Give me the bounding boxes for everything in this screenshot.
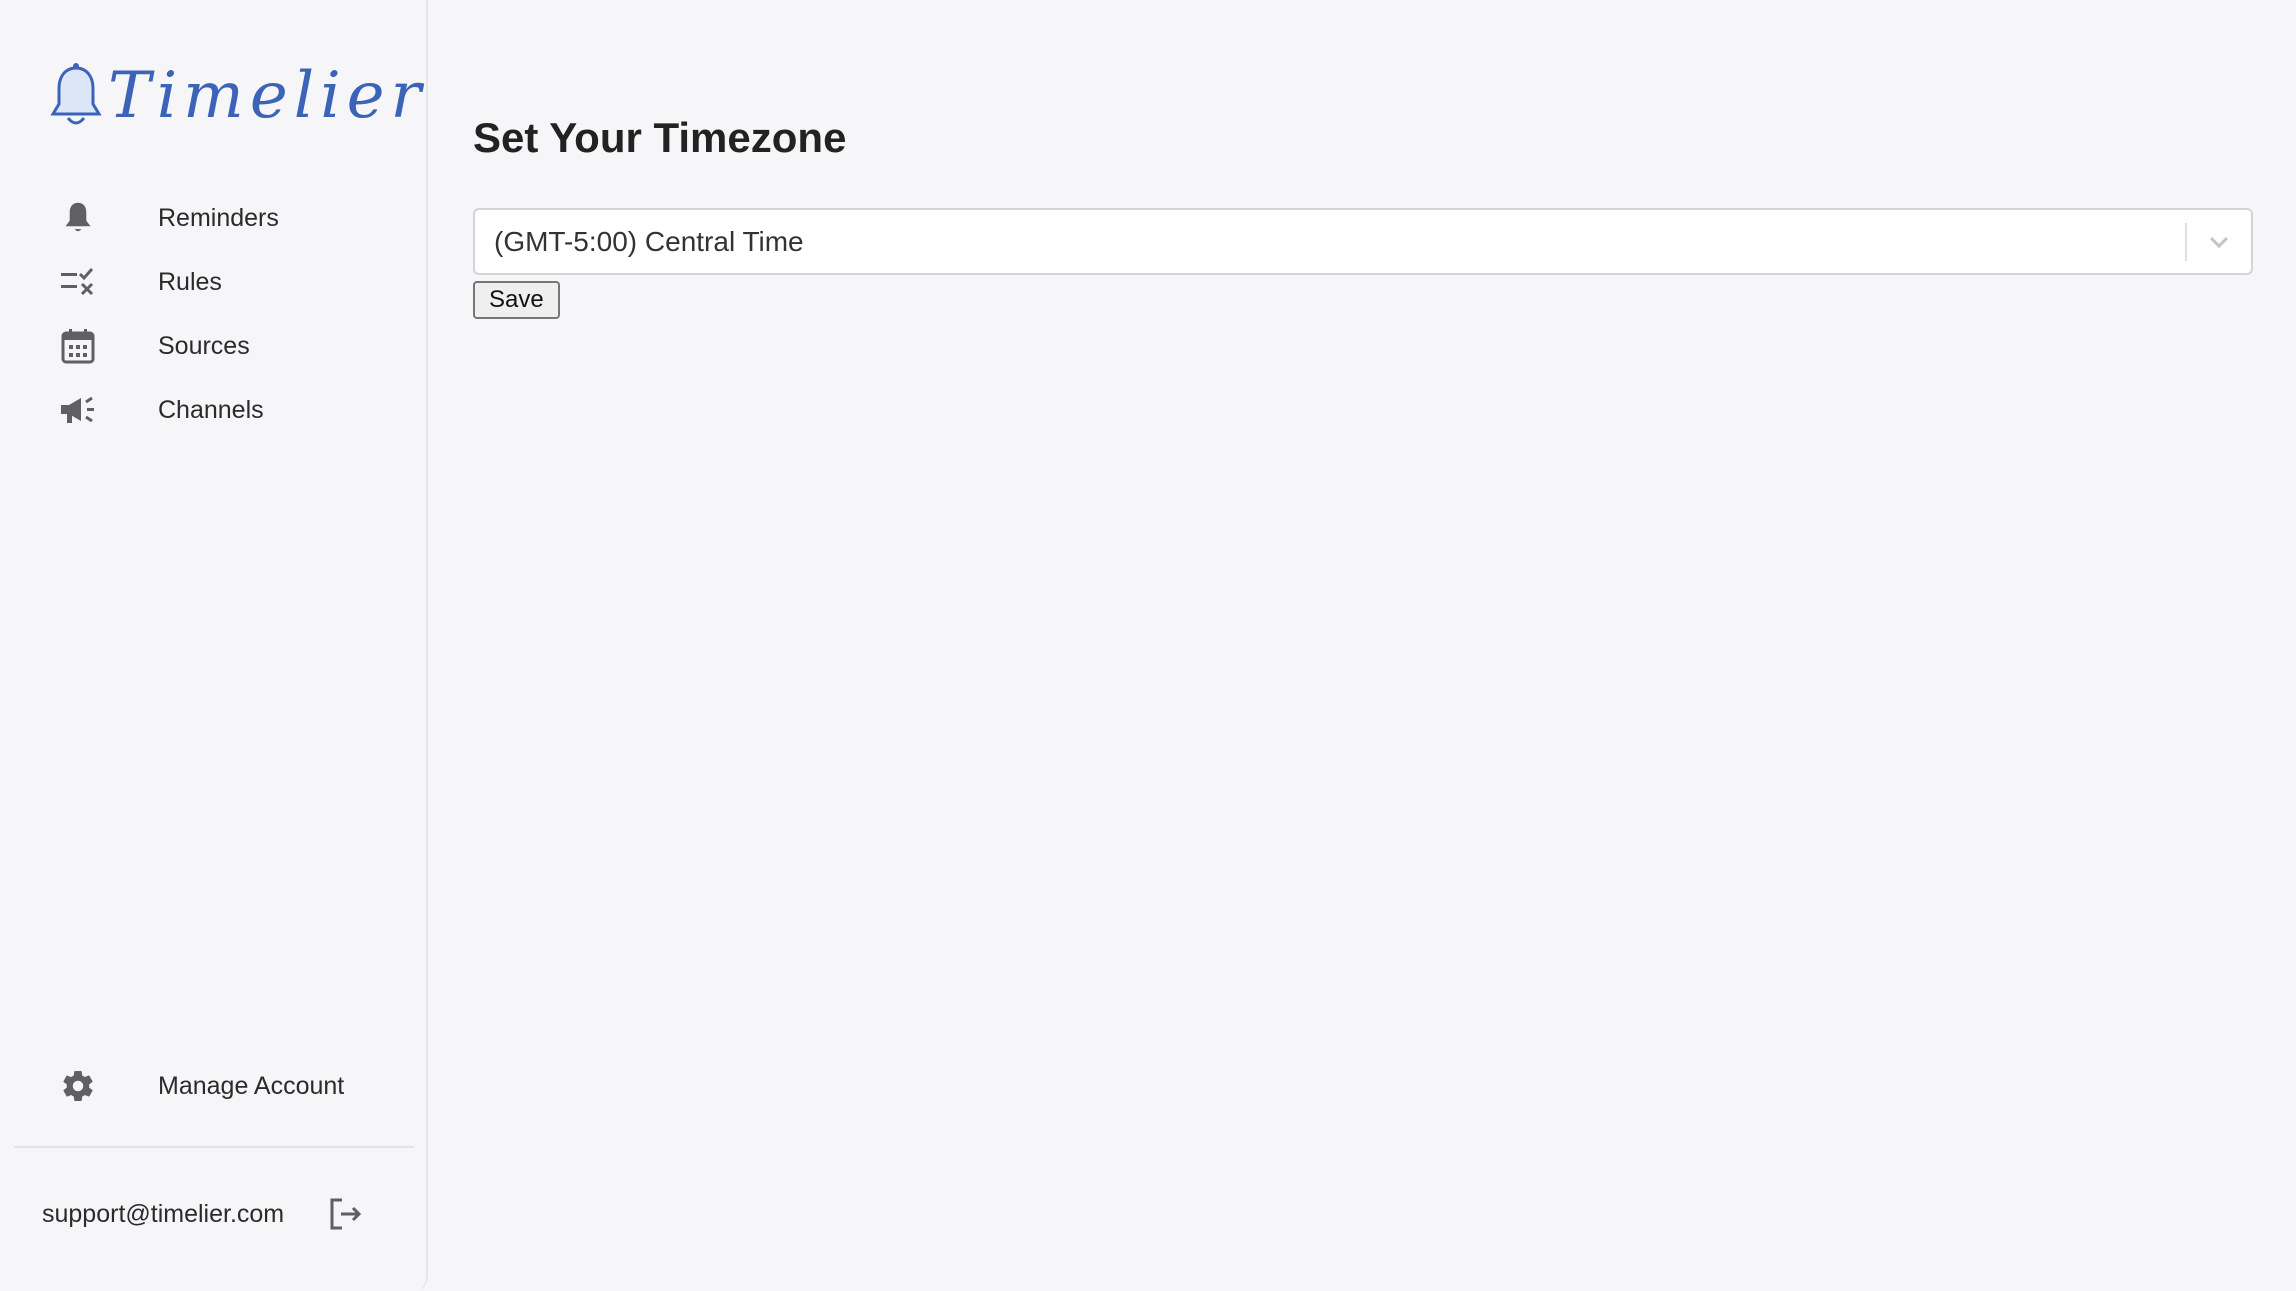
sidebar-item-reminders[interactable]: Reminders [0,186,428,250]
sidebar-item-label: Reminders [158,203,279,232]
sidebar-item-sources[interactable]: Sources [0,314,428,378]
sidebar-item-label: Manage Account [158,1071,345,1100]
sidebar-item-label: Channels [158,395,264,424]
logo-text: Timelier [108,59,428,133]
page-title: Set Your Timezone [473,114,847,161]
user-email: support@timelier.com [42,1199,285,1228]
logout-icon[interactable] [326,1194,366,1234]
megaphone-icon [58,390,98,430]
timezone-select[interactable]: (GMT-5:00) Central Time [473,208,2253,275]
sidebar-item-label: Rules [158,267,222,296]
sidebar-footer: support@timelier.com [42,1192,366,1236]
logo[interactable]: Timelier [48,60,427,132]
sidebar-item-label: Sources [158,331,250,360]
sidebar-nav: Reminders Rules Sources Channels [0,186,428,442]
sidebar-item-rules[interactable]: Rules [0,250,428,314]
checklist-icon [58,262,98,302]
save-button[interactable]: Save [473,281,560,319]
sidebar: Timelier Reminders Rules Sources Channel… [0,0,428,1291]
bell-icon [58,198,98,238]
logo-bell-icon [50,63,102,125]
sidebar-manage: Manage Account [0,1054,428,1118]
calendar-icon [58,326,98,366]
sidebar-item-manage-account[interactable]: Manage Account [0,1054,428,1118]
timezone-select-value: (GMT-5:00) Central Time [494,225,804,257]
sidebar-item-channels[interactable]: Channels [0,378,428,442]
chevron-down-icon[interactable] [2187,210,2251,274]
sidebar-divider [14,1146,414,1148]
gear-icon [58,1066,98,1106]
